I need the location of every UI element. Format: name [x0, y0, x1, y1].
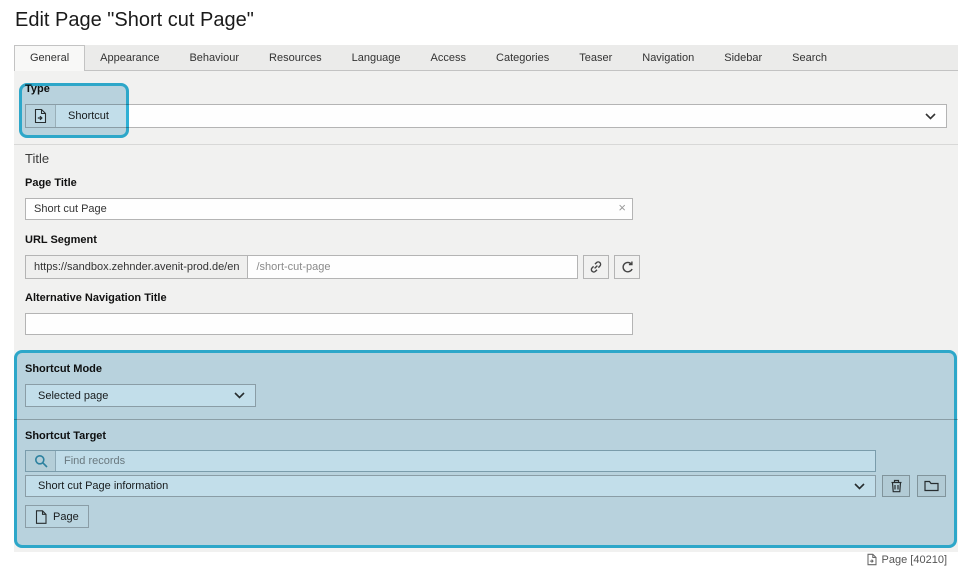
tab-resources[interactable]: Resources	[254, 46, 337, 70]
type-label: Type	[25, 83, 947, 95]
tab-access[interactable]: Access	[416, 46, 481, 70]
chevron-down-icon	[925, 113, 936, 120]
tab-teaser[interactable]: Teaser	[564, 46, 627, 70]
record-search-group	[25, 450, 876, 472]
page-title: Edit Page "Short cut Page"	[0, 0, 969, 32]
clear-icon[interactable]: ×	[618, 201, 626, 215]
content-panel: Type Shortcut Title Page Title × URL Seg…	[14, 71, 958, 552]
shortcut-target-label: Shortcut Target	[25, 430, 947, 442]
shortcut-target-select[interactable]: Short cut Page information	[25, 475, 876, 497]
link-icon	[588, 259, 604, 275]
footer-record-info: Page [40210]	[866, 553, 947, 566]
folder-icon	[924, 480, 939, 492]
refresh-icon	[620, 260, 635, 275]
url-prefix: https://sandbox.zehnder.avenit-prod.de/e…	[25, 255, 248, 279]
page-title-label: Page Title	[25, 177, 947, 189]
add-page-button[interactable]: Page	[25, 505, 89, 528]
shortcut-target-value: Short cut Page information	[26, 480, 168, 492]
alt-nav-title-label: Alternative Navigation Title	[25, 292, 947, 304]
title-section-heading: Title	[25, 151, 947, 166]
tab-language[interactable]: Language	[337, 46, 416, 70]
url-segment-input[interactable]	[248, 255, 578, 279]
tab-appearance[interactable]: Appearance	[85, 46, 174, 70]
footer-record-label: Page [40210]	[882, 554, 947, 566]
shortcut-highlight-callout	[14, 350, 957, 548]
shortcut-page-icon	[866, 553, 878, 566]
tab-bar: General Appearance Behaviour Resources L…	[14, 45, 958, 71]
chevron-down-icon	[854, 483, 865, 490]
search-icon	[26, 451, 56, 471]
tab-behaviour[interactable]: Behaviour	[174, 46, 254, 70]
shortcut-section: Shortcut Mode Selected page Shortcut Tar…	[14, 350, 958, 548]
fieldset-divider	[14, 419, 958, 420]
url-recalculate-button[interactable]	[614, 255, 640, 279]
type-select[interactable]: Shortcut	[25, 104, 947, 128]
type-value: Shortcut	[56, 110, 109, 122]
url-toggle-button[interactable]	[583, 255, 609, 279]
tab-sidebar[interactable]: Sidebar	[709, 46, 777, 70]
url-segment-label: URL Segment	[25, 234, 947, 246]
tab-navigation[interactable]: Navigation	[627, 46, 709, 70]
alt-nav-title-input[interactable]	[25, 313, 633, 335]
browse-records-button[interactable]	[917, 475, 946, 497]
chevron-down-icon	[234, 392, 245, 399]
tab-categories[interactable]: Categories	[481, 46, 564, 70]
add-page-button-label: Page	[53, 511, 79, 523]
tab-search[interactable]: Search	[777, 46, 842, 70]
fieldset-divider	[14, 144, 958, 145]
shortcut-mode-select[interactable]: Selected page	[25, 384, 256, 407]
page-title-input[interactable]	[25, 198, 633, 220]
page-icon	[35, 510, 47, 524]
delete-record-button[interactable]	[882, 475, 910, 497]
shortcut-page-icon	[26, 105, 56, 127]
shortcut-mode-label: Shortcut Mode	[25, 363, 947, 375]
record-search-input[interactable]	[56, 451, 875, 471]
tab-general[interactable]: General	[14, 45, 85, 71]
shortcut-mode-value: Selected page	[26, 390, 108, 402]
trash-icon	[890, 479, 903, 493]
